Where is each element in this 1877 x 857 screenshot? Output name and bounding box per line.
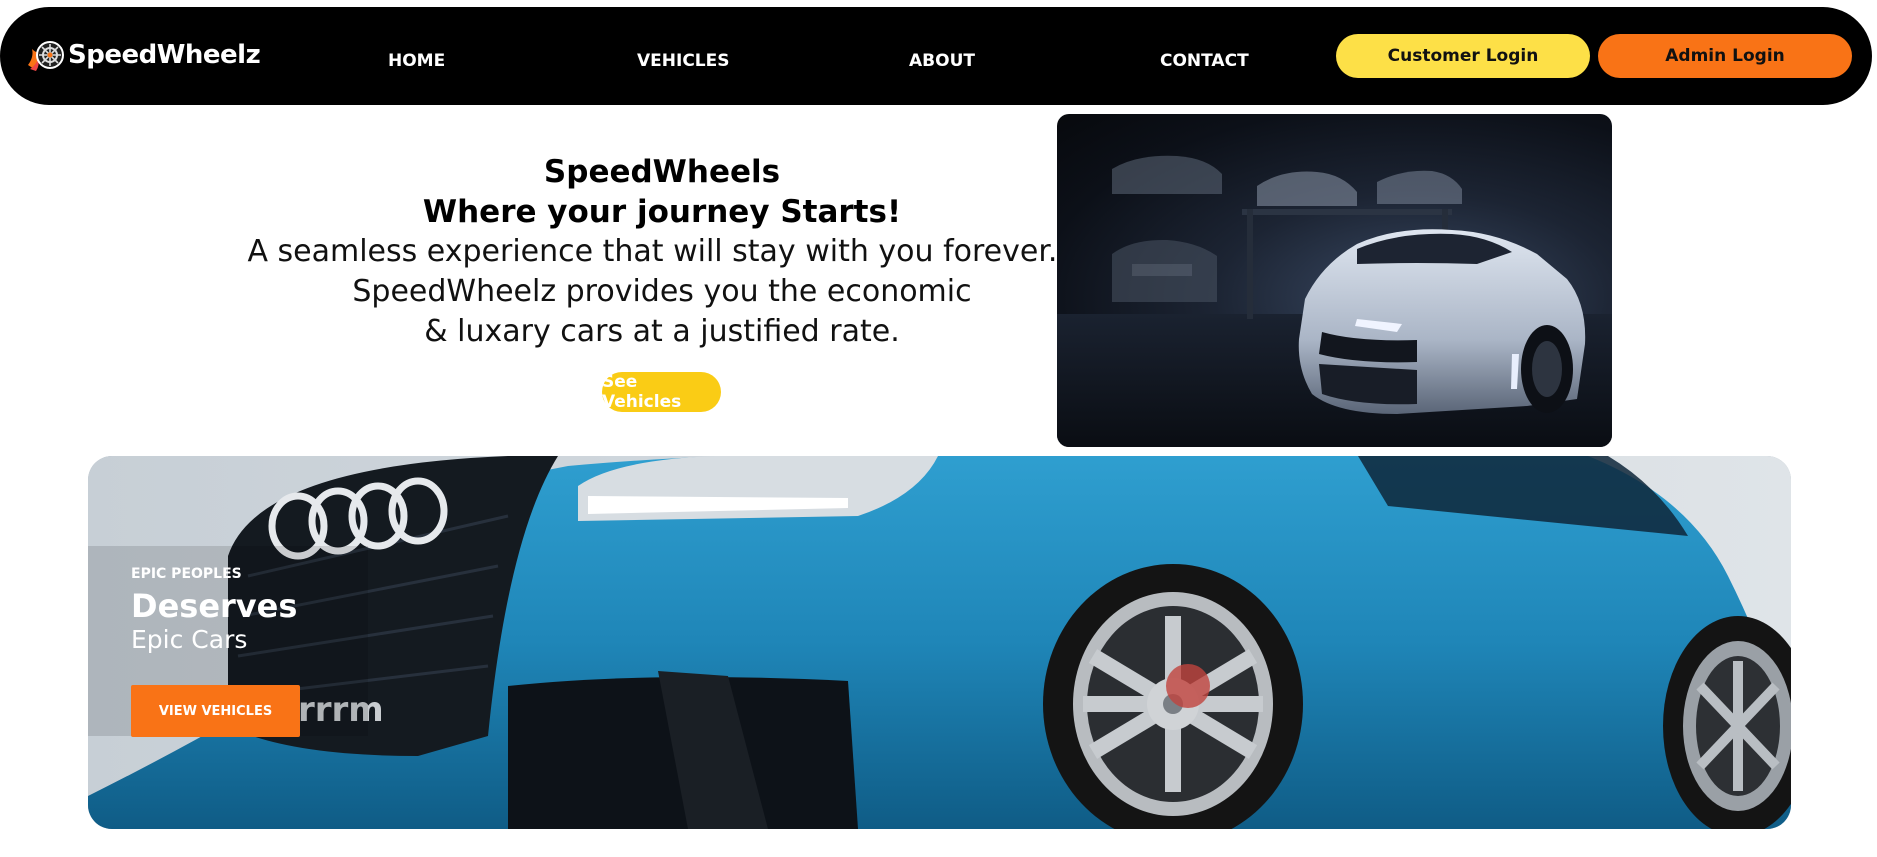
banner-title: Deserves: [131, 587, 298, 625]
nav-vehicles[interactable]: VEHICLES: [637, 51, 730, 71]
admin-login-button[interactable]: Admin Login: [1598, 34, 1852, 78]
hero-line-2: SpeedWheelz provides you the economic: [352, 274, 972, 309]
hero-line-1: A seamless experience that will stay wit…: [247, 234, 1077, 269]
banner-kicker: EPIC PEOPLES: [131, 566, 242, 582]
blue-car-illustration: rrrm: [88, 456, 1791, 829]
wheel-logo-icon: [28, 41, 64, 71]
nav-home[interactable]: HOME: [388, 51, 445, 71]
promo-banner: rrrm: [88, 456, 1791, 829]
customer-login-button[interactable]: Customer Login: [1336, 34, 1590, 78]
hero-title: SpeedWheels: [543, 154, 781, 190]
banner-subtitle: Epic Cars: [131, 625, 248, 654]
brand[interactable]: SpeedWheelz: [26, 35, 261, 75]
nav-about[interactable]: ABOUT: [909, 51, 975, 71]
nav-contact[interactable]: CONTACT: [1160, 51, 1249, 71]
hero-text: SpeedWheels Where your journey Starts! A…: [240, 152, 1084, 352]
hero-line-3: & luxary cars at a justified rate.: [424, 314, 900, 349]
white-sports-car: [1298, 229, 1586, 414]
hero-tagline: Where your journey Starts!: [422, 194, 902, 230]
view-vehicles-button[interactable]: VIEW VEHICLES: [131, 685, 300, 737]
garage-car-illustration: [1057, 155, 1612, 447]
navbar: SpeedWheelz HOME VEHICLES ABOUT CONTACT …: [0, 7, 1872, 105]
see-vehicles-button[interactable]: See Vehicles: [602, 372, 721, 412]
brand-name: SpeedWheelz: [68, 40, 261, 70]
hero-garage-image: [1057, 114, 1612, 447]
